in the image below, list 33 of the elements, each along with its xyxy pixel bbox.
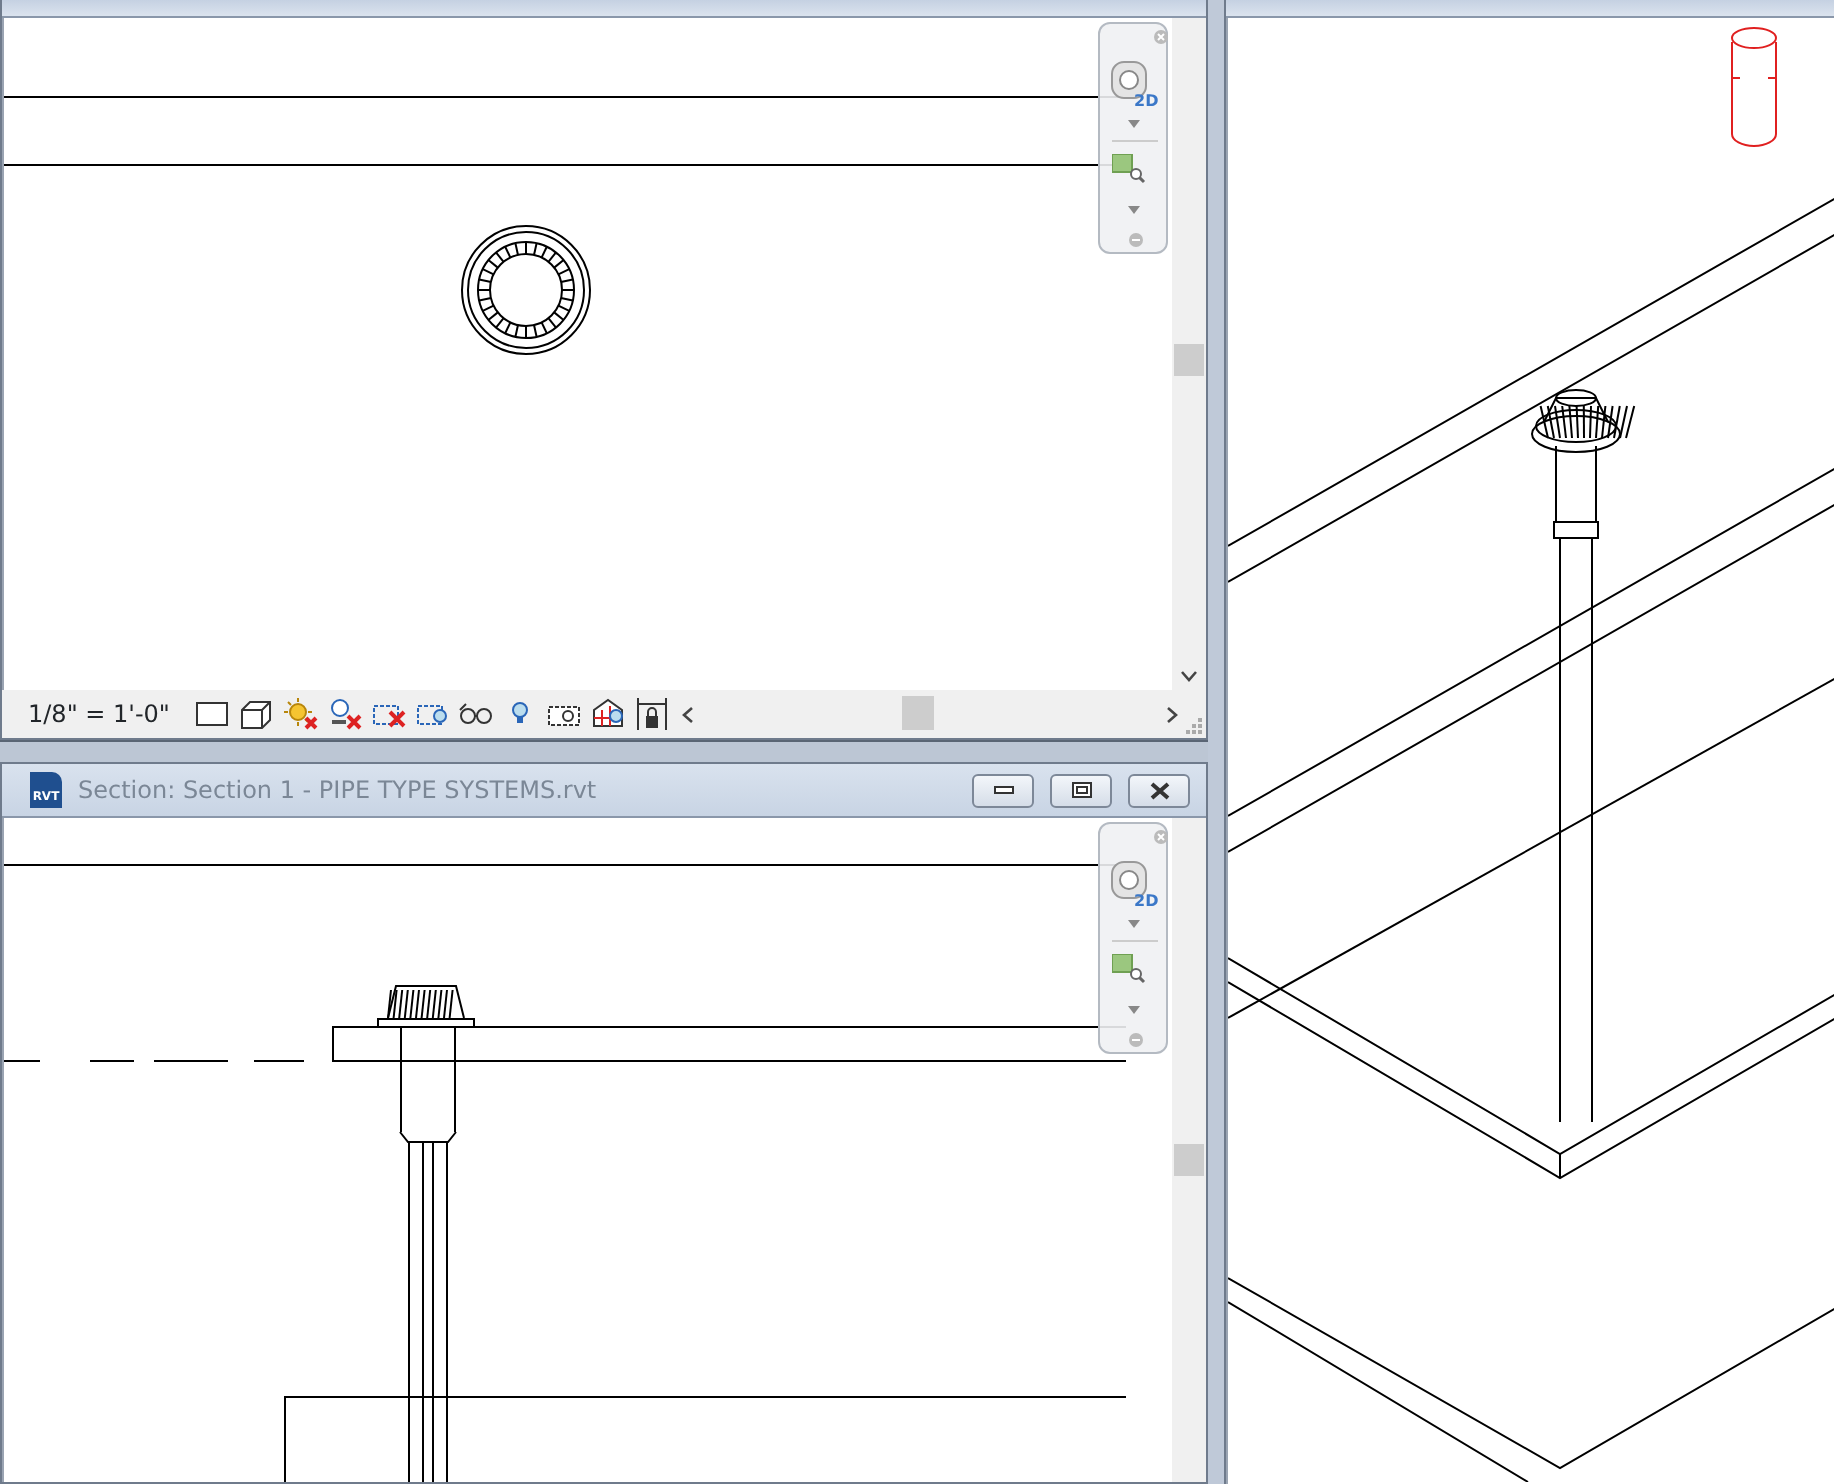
close-icon: [1149, 781, 1169, 799]
dropdown-arrow-icon[interactable]: [1128, 120, 1140, 128]
dimension-lock-icon[interactable]: [633, 696, 670, 733]
sun-icon[interactable]: [281, 696, 318, 733]
restore-button[interactable]: [1050, 773, 1112, 807]
2d-label: 2D: [1134, 894, 1159, 910]
horizontal-scrollbar[interactable]: [677, 690, 1206, 739]
scroll-left-icon[interactable]: [681, 706, 694, 725]
shadow-icon[interactable]: [325, 696, 362, 733]
zoom-icon[interactable]: [1112, 154, 1146, 184]
close-button[interactable]: [1128, 773, 1190, 807]
scroll-right-icon[interactable]: [1166, 706, 1178, 725]
scrollbar-thumb[interactable]: [1174, 1144, 1204, 1176]
cube-icon[interactable]: [237, 696, 274, 733]
vertical-scrollbar[interactable]: [1172, 18, 1206, 691]
minimize-icon: [993, 786, 1013, 794]
cylinder-outline-drawing: [1731, 27, 1777, 147]
vertical-scrollbar[interactable]: [1172, 818, 1206, 1482]
dropdown-arrow-icon[interactable]: [1128, 206, 1140, 214]
zoom-icon[interactable]: [1112, 954, 1146, 984]
house-icon[interactable]: [589, 696, 626, 733]
view-scale[interactable]: 1/8" = 1'-0": [28, 696, 170, 733]
dropdown-arrow-icon[interactable]: [1128, 1006, 1140, 1014]
scrollbar-thumb[interactable]: [901, 696, 934, 731]
dropdown-arrow-icon[interactable]: [1128, 920, 1140, 928]
roof-drain-drawing: [461, 225, 591, 355]
scrollbar-thumb[interactable]: [1174, 344, 1204, 376]
window-title: Section: Section 1 - PIPE TYPE SYSTEMS.rvt: [78, 774, 599, 808]
minimize-button[interactable]: [972, 773, 1034, 807]
scroll-down-icon[interactable]: [1180, 670, 1198, 683]
2d-label: 2D: [1134, 94, 1159, 110]
resize-grip-icon[interactable]: [1186, 718, 1202, 735]
restore-icon: [1071, 782, 1091, 798]
